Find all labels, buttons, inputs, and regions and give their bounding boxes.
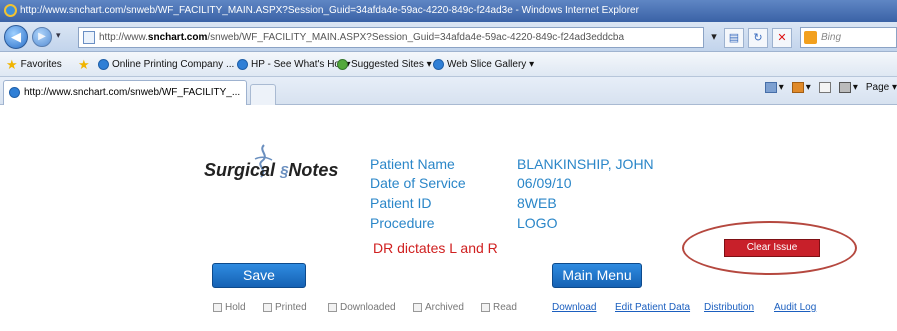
favorite-hp[interactable]: HP - See What's Hot ▾ (237, 52, 351, 77)
star-icon: ★ (6, 57, 18, 72)
hold-checkbox[interactable]: Hold (213, 302, 246, 313)
tab-row: http://www.snchart.com/snweb/WF_FACILITY… (0, 77, 897, 105)
checkbox-box[interactable] (481, 303, 490, 312)
browser-window: http://www.snchart.com/snweb/WF_FACILITY… (0, 0, 897, 331)
refresh-icon[interactable]: ↻ (748, 27, 768, 48)
read-checkbox[interactable]: Read (481, 302, 517, 313)
clear-issue-button[interactable]: Clear Issue (724, 239, 820, 257)
ie-page-icon (433, 59, 444, 70)
checkbox-label: Printed (275, 302, 307, 313)
tab-active[interactable]: http://www.snchart.com/snweb/WF_FACILITY… (3, 80, 247, 105)
checkbox-box[interactable] (413, 303, 422, 312)
stop-icon[interactable]: ✕ (772, 27, 792, 48)
page-content: Surgical §Notes Patient Name BLANKINSHIP… (0, 105, 897, 331)
checkbox-label: Archived (425, 302, 464, 313)
checkbox-box[interactable] (263, 303, 272, 312)
procedure-label: Procedure (370, 215, 435, 231)
url-prefix: http://www. (99, 32, 148, 43)
logo-text-notes: Notes (288, 160, 339, 180)
printed-checkbox[interactable]: Printed (263, 302, 307, 313)
tab-label: http://www.snchart.com/snweb/WF_FACILITY… (24, 87, 241, 98)
checkbox-box[interactable] (213, 303, 222, 312)
back-button[interactable]: ◀ (4, 25, 28, 49)
add-favorite-star-icon: ★ (78, 57, 90, 72)
edit-patient-data-link[interactable]: Edit Patient Data (615, 302, 690, 313)
home-button[interactable]: ▾ (764, 82, 784, 93)
patient-id-value: 8WEB (517, 195, 557, 211)
checkbox-label: Hold (225, 302, 246, 313)
feeds-button[interactable]: ▾ (791, 82, 811, 93)
ie-logo-icon (4, 4, 17, 17)
search-input[interactable]: Bing (800, 27, 897, 48)
favorite-online-printing[interactable]: Online Printing Company ... (98, 52, 234, 77)
search-placeholder: Bing (821, 32, 842, 43)
patient-id-label: Patient ID (370, 195, 432, 211)
favorites-bar: ★ Favorites ★ Online Printing Company ..… (0, 52, 897, 77)
home-icon (764, 82, 777, 93)
ie-page-icon (9, 87, 20, 98)
forward-arrow-icon: ▶ (38, 31, 46, 42)
page-menu-label: Page ▾ (865, 82, 897, 93)
recent-pages-dropdown-icon[interactable]: ▾ (56, 30, 61, 41)
logo-text-surgical: Surgical (204, 160, 276, 180)
dictation-note: DR dictates L and R (373, 240, 498, 256)
suggested-sites-icon (337, 59, 348, 70)
checkbox-box[interactable] (328, 303, 337, 312)
patient-name-label: Patient Name (370, 156, 455, 172)
save-button[interactable]: Save (212, 263, 306, 288)
checkbox-label: Downloaded (340, 302, 396, 313)
url-domain: snchart.com (147, 32, 208, 43)
print-button[interactable]: ▾ (838, 82, 858, 93)
date-of-service-label: Date of Service (370, 175, 466, 191)
forward-button[interactable]: ▶ (32, 27, 52, 47)
favorite-label: HP - See What's Hot ▾ (251, 59, 351, 70)
favorite-label: Suggested Sites ▾ (351, 59, 432, 70)
favorites-label: Favorites (20, 59, 62, 70)
patient-name-value: BLANKINSHIP, JOHN (517, 156, 654, 172)
page-icon (83, 31, 95, 44)
audit-log-link[interactable]: Audit Log (774, 302, 816, 313)
compatibility-view-icon[interactable]: ▤ (724, 27, 744, 48)
surgical-notes-logo: Surgical §Notes (204, 160, 338, 181)
checkbox-label: Read (493, 302, 517, 313)
ie-page-icon (98, 59, 109, 70)
window-title: http://www.snchart.com/snweb/WF_FACILITY… (20, 5, 639, 16)
page-menu-button[interactable]: Page ▾ (866, 82, 897, 93)
main-menu-button[interactable]: Main Menu (552, 263, 642, 288)
url-rest: /snweb/WF_FACILITY_MAIN.ASPX?Session_Gui… (207, 32, 625, 43)
print-icon (838, 82, 851, 93)
ie-page-icon (237, 59, 248, 70)
favorite-label: Web Slice Gallery ▾ (447, 59, 535, 70)
favorite-suggested-sites[interactable]: Suggested Sites ▾ (337, 52, 432, 77)
favorites-button[interactable]: ★ Favorites (6, 52, 62, 77)
feeds-icon (791, 82, 804, 93)
address-toolbar: ◀ ▶ ▾ http://www.snchart.com/snweb/WF_FA… (0, 22, 897, 52)
procedure-value: LOGO (517, 215, 558, 231)
archived-checkbox[interactable]: Archived (413, 302, 464, 313)
bing-icon (804, 31, 817, 44)
command-bar: ▾ ▾ ▾ Page ▾ (764, 82, 897, 93)
favorite-web-slice-gallery[interactable]: Web Slice Gallery ▾ (433, 52, 534, 77)
date-of-service-value: 06/09/10 (517, 175, 572, 191)
mail-button[interactable] (818, 82, 831, 93)
distribution-link[interactable]: Distribution (704, 302, 754, 313)
downloaded-checkbox[interactable]: Downloaded (328, 302, 396, 313)
window-title-bar: http://www.snchart.com/snweb/WF_FACILITY… (0, 0, 897, 22)
new-tab-button[interactable] (250, 84, 276, 105)
mail-icon (818, 82, 831, 93)
add-to-favorites-bar-button[interactable]: ★ (78, 52, 90, 77)
address-dropdown-icon[interactable]: ▾ (708, 28, 720, 48)
favorite-label: Online Printing Company ... (112, 59, 235, 70)
address-tools: ▾ ▤ ↻ ✕ (708, 27, 792, 48)
download-link[interactable]: Download (552, 302, 596, 313)
back-arrow-icon: ◀ (11, 29, 21, 44)
address-input[interactable]: http://www.snchart.com/snweb/WF_FACILITY… (78, 27, 704, 48)
